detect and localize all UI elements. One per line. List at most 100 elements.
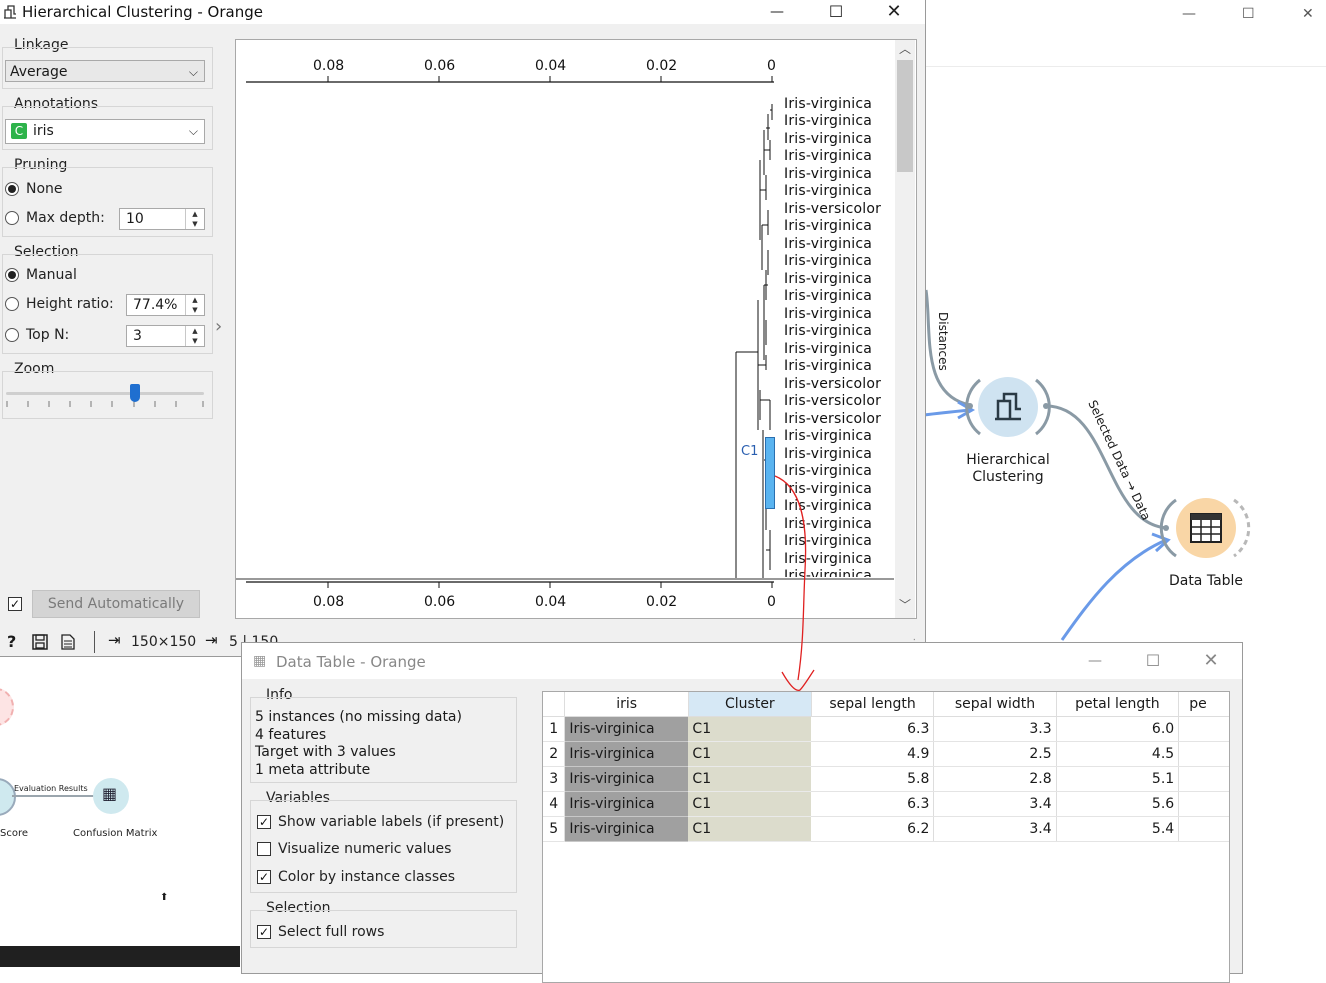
table-row[interactable]: 4 Iris-virginica C1 6.3 3.4 5.6 xyxy=(543,791,1229,817)
petal-length-cell[interactable]: 5.4 xyxy=(1056,816,1180,842)
table-row[interactable]: 3 Iris-virginica C1 5.8 2.8 5.1 xyxy=(543,766,1229,792)
row-number[interactable]: 5 xyxy=(543,816,566,842)
cluster-cell[interactable]: C1 xyxy=(688,816,812,842)
help-icon[interactable]: ? xyxy=(7,632,16,651)
hc-minimize-button[interactable]: — xyxy=(754,0,800,24)
petal-width-cell[interactable] xyxy=(1178,766,1229,792)
sepal-width-cell[interactable]: 3.4 xyxy=(933,791,1057,817)
selection-topn-label: Top N: xyxy=(26,327,70,343)
petal-width-cell[interactable] xyxy=(1178,741,1229,767)
top-n-value: 3 xyxy=(133,328,142,344)
selection-height-radio[interactable] xyxy=(5,297,19,311)
petal-width-cell[interactable] xyxy=(1178,816,1229,842)
sepal-length-cell[interactable]: 5.8 xyxy=(811,766,935,792)
iris-cell[interactable]: Iris-virginica xyxy=(564,716,689,742)
column-header[interactable]: petal length xyxy=(1056,692,1180,717)
sepal-width-cell[interactable]: 3.4 xyxy=(933,816,1057,842)
hc-maximize-button[interactable]: ☐ xyxy=(813,0,859,24)
max-depth-spinbox[interactable]: 10 ▲ ▼ xyxy=(119,208,205,230)
column-header[interactable]: iris xyxy=(564,692,689,717)
column-header[interactable]: pe xyxy=(1178,692,1229,717)
visualize-label: Visualize numeric values xyxy=(278,841,452,857)
dt-minimize-button[interactable]: — xyxy=(1072,649,1118,673)
dendrogram-icon xyxy=(995,392,1021,421)
sepal-width-cell[interactable]: 2.8 xyxy=(933,766,1057,792)
visualize-checkbox[interactable] xyxy=(257,842,271,856)
selection-manual-radio[interactable] xyxy=(5,268,19,282)
collapse-panel-icon[interactable]: › xyxy=(215,316,222,337)
cluster-cell[interactable]: C1 xyxy=(688,791,812,817)
sepal-length-cell[interactable]: 4.9 xyxy=(811,741,935,767)
sepal-width-cell[interactable]: 2.5 xyxy=(933,741,1057,767)
row-number[interactable]: 1 xyxy=(543,716,566,742)
hc-node[interactable] xyxy=(978,377,1038,437)
spin-arrows-icon[interactable]: ▲ ▼ xyxy=(185,209,204,229)
petal-length-cell[interactable]: 4.5 xyxy=(1056,741,1180,767)
sepal-width-cell[interactable]: 3.3 xyxy=(933,716,1057,742)
petal-width-cell[interactable] xyxy=(1178,791,1229,817)
output-icon: ⇥ xyxy=(205,631,218,649)
pruning-none-label: None xyxy=(26,181,63,197)
petal-length-cell[interactable]: 5.1 xyxy=(1056,766,1180,792)
column-header[interactable]: sepal width xyxy=(933,692,1057,717)
row-number[interactable]: 3 xyxy=(543,766,566,792)
cluster-cell[interactable]: C1 xyxy=(688,766,812,792)
scroll-up-icon[interactable]: ︿ xyxy=(899,40,911,57)
leaf-label: Iris-virginica xyxy=(784,148,873,164)
confusion-matrix-node[interactable]: ▦ xyxy=(93,778,129,814)
pruning-maxdepth-label: Max depth: xyxy=(26,210,105,226)
sepal-length-cell[interactable]: 6.2 xyxy=(811,816,935,842)
selection-height-label: Height ratio: xyxy=(26,296,114,312)
sepal-length-cell[interactable]: 6.3 xyxy=(811,716,935,742)
info-line: 5 instances (no missing data) xyxy=(255,709,462,725)
cluster-cell[interactable]: C1 xyxy=(688,741,812,767)
annotations-combo[interactable]: C iris ⌵ xyxy=(5,119,205,144)
table-icon xyxy=(1190,513,1222,543)
table-row[interactable]: 5 Iris-virginica C1 6.2 3.4 5.4 xyxy=(543,816,1229,842)
spin-arrows-icon[interactable]: ▲ ▼ xyxy=(185,326,204,346)
iris-cell[interactable]: Iris-virginica xyxy=(564,741,689,767)
row-number[interactable]: 2 xyxy=(543,741,566,767)
select-full-rows-checkbox[interactable]: ✓ xyxy=(257,925,271,939)
data-table-view[interactable]: iris Cluster sepal length sepal width pe… xyxy=(542,691,1230,983)
pruning-none-radio[interactable] xyxy=(5,182,19,196)
show-labels-checkbox[interactable]: ✓ xyxy=(257,815,271,829)
table-header-row: iris Cluster sepal length sepal width pe… xyxy=(543,692,1229,717)
color-by-class-checkbox[interactable]: ✓ xyxy=(257,870,271,884)
petal-width-cell[interactable] xyxy=(1178,716,1229,742)
cluster-cell[interactable]: C1 xyxy=(688,716,812,742)
save-icon[interactable] xyxy=(32,634,48,650)
hc-close-button[interactable]: ✕ xyxy=(871,0,917,24)
table-row[interactable]: 2 Iris-virginica C1 4.9 2.5 4.5 xyxy=(543,741,1229,767)
petal-length-cell[interactable]: 6.0 xyxy=(1056,716,1180,742)
row-number[interactable]: 4 xyxy=(543,791,566,817)
selection-topn-radio[interactable] xyxy=(5,328,19,342)
leaf-label: Iris-virginica xyxy=(784,113,873,129)
leaf-label: Iris-virginica xyxy=(784,271,873,287)
top-n-spinbox[interactable]: 3 ▲ ▼ xyxy=(126,325,205,347)
dt-maximize-button[interactable]: ☐ xyxy=(1130,649,1176,673)
zoom-slider-handle[interactable] xyxy=(129,384,140,402)
spin-arrows-icon[interactable]: ▲ ▼ xyxy=(185,295,204,315)
linkage-combo[interactable]: Average ⌵ xyxy=(5,60,205,82)
pruning-maxdepth-radio[interactable] xyxy=(5,211,19,225)
iris-cell[interactable]: Iris-virginica xyxy=(564,816,689,842)
iris-cell[interactable]: Iris-virginica xyxy=(564,791,689,817)
iris-cell[interactable]: Iris-virginica xyxy=(564,766,689,792)
vertical-scrollbar[interactable]: ︿ ﹀ xyxy=(895,40,915,618)
sepal-length-cell[interactable]: 6.3 xyxy=(811,791,935,817)
report-icon[interactable] xyxy=(61,634,75,650)
top-axis xyxy=(246,76,774,83)
send-auto-checkbox[interactable]: ✓ xyxy=(8,597,22,611)
zoom-slider-track[interactable] xyxy=(6,392,204,395)
height-ratio-spinbox[interactable]: 77.4% ▲ ▼ xyxy=(126,294,205,316)
table-row[interactable]: 1 Iris-virginica C1 6.3 3.3 6.0 xyxy=(543,716,1229,742)
send-automatically-button[interactable]: Send Automatically xyxy=(32,590,200,618)
corner-cell[interactable] xyxy=(543,692,566,717)
data-table-node[interactable] xyxy=(1176,498,1236,558)
dt-close-button[interactable]: ✕ xyxy=(1188,649,1234,673)
scroll-down-icon[interactable]: ﹀ xyxy=(899,596,911,613)
taskbar-strip xyxy=(0,946,240,967)
scrollbar-thumb[interactable] xyxy=(897,60,913,172)
petal-length-cell[interactable]: 5.6 xyxy=(1056,791,1180,817)
